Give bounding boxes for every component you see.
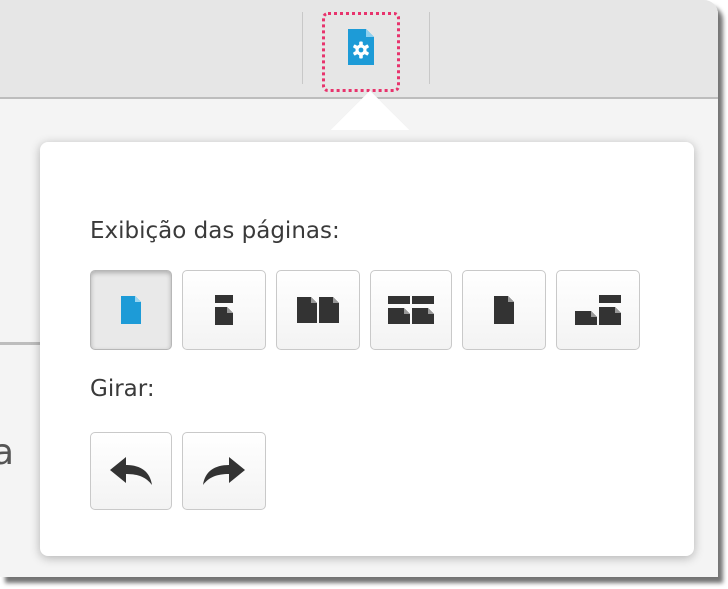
view-facing-continuous-button[interactable]	[370, 270, 452, 350]
page-settings-button[interactable]	[322, 12, 400, 92]
view-single-page-button[interactable]	[90, 270, 172, 350]
page-view-label: Exibição das páginas:	[90, 218, 340, 244]
rotate-right-arrow-icon	[203, 457, 245, 485]
app-window: a Exibição das páginas: Girar:	[0, 0, 718, 577]
view-continuous-page-button[interactable]	[182, 270, 266, 350]
single-page-icon	[121, 296, 141, 324]
cover-continuous-icon	[575, 295, 621, 325]
cover-page-icon	[494, 296, 514, 324]
facing-continuous-icon	[388, 296, 434, 324]
background-text: a	[0, 432, 15, 473]
view-cover-continuous-button[interactable]	[556, 270, 640, 350]
rotate-label: Girar:	[90, 376, 155, 402]
page-settings-popover: Exibição das páginas: Girar:	[40, 142, 694, 556]
rotate-left-arrow-icon	[110, 457, 152, 485]
view-cover-page-button[interactable]	[462, 270, 546, 350]
toolbar-divider	[429, 12, 430, 84]
document-gear-icon	[348, 29, 374, 65]
view-facing-pages-button[interactable]	[276, 270, 360, 350]
rotate-left-button[interactable]	[90, 432, 172, 510]
rotate-right-button[interactable]	[182, 432, 266, 510]
toolbar	[0, 0, 718, 99]
toolbar-divider	[302, 12, 303, 84]
continuous-page-icon	[215, 295, 233, 325]
facing-pages-icon	[297, 297, 339, 323]
